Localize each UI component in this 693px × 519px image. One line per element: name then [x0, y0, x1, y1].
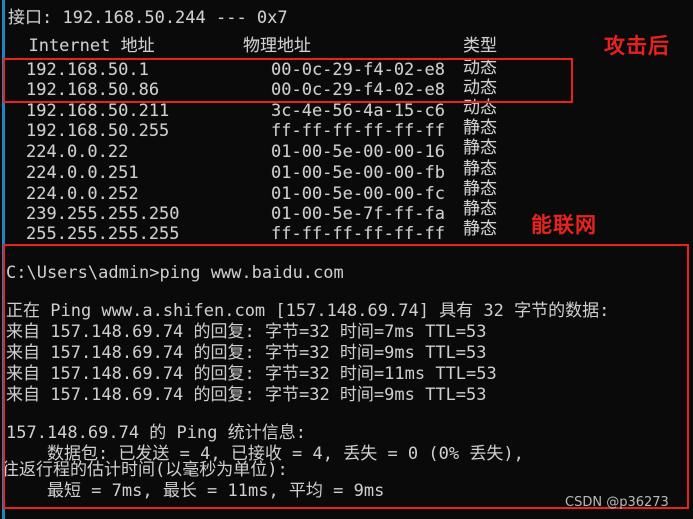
- arp-header-physical-address: 物理地址: [243, 36, 311, 56]
- ping-starting-line: 正在 Ping www.a.shifen.com [157.148.69.74]…: [6, 301, 610, 321]
- arp-header-internet-address: Internet 地址: [8, 36, 155, 56]
- console-screenshot: 接口: 192.168.50.244 --- 0x7 Internet 地址 物…: [0, 0, 693, 519]
- table-row: 255.255.255.255: [26, 224, 180, 244]
- ping-reply-line: 来自 157.148.69.74 的回复: 字节=32 时间=7ms TTL=5…: [6, 322, 487, 342]
- table-row: 静态: [463, 138, 497, 158]
- table-row: 静态: [463, 199, 497, 219]
- table-row: 192.168.50.211: [26, 101, 170, 121]
- table-row: 01-00-5e-00-00-16: [271, 142, 445, 162]
- table-row: 00-0c-29-f4-02-e8: [271, 60, 445, 80]
- table-row: 3c-4e-56-4a-15-c6: [271, 101, 445, 121]
- table-row: 192.168.50.86: [26, 80, 160, 100]
- table-row: 01-00-5e-00-00-fb: [271, 163, 445, 183]
- ping-stats-header: 157.148.69.74 的 Ping 统计信息:: [6, 423, 306, 443]
- table-row: 192.168.50.255: [26, 121, 170, 141]
- ping-rtt-header: 往返行程的估计时间(以毫秒为单位):: [2, 460, 288, 480]
- table-row: 224.0.0.252: [26, 184, 139, 204]
- annotation-can-connect: 能联网: [531, 213, 597, 237]
- table-row: 动态: [463, 78, 497, 98]
- table-row: 224.0.0.22: [26, 142, 129, 162]
- ping-reply-line: 来自 157.148.69.74 的回复: 字节=32 时间=9ms TTL=5…: [6, 385, 487, 405]
- table-row: 239.255.255.250: [26, 204, 180, 224]
- table-row: 静态: [463, 179, 497, 199]
- table-row: 静态: [463, 118, 497, 138]
- arp-interface-line: 接口: 192.168.50.244 --- 0x7: [8, 8, 288, 28]
- ping-prompt-line: C:\Users\admin>ping www.baidu.com: [6, 263, 344, 283]
- table-row: 192.168.50.1: [26, 60, 149, 80]
- annotation-after-attack: 攻击后: [604, 34, 670, 58]
- table-row: 01-00-5e-00-00-fc: [271, 184, 445, 204]
- table-row: ff-ff-ff-ff-ff-ff: [271, 121, 445, 141]
- ping-rtt-values: 最短 = 7ms, 最长 = 11ms, 平均 = 9ms: [6, 481, 385, 501]
- table-row: 01-00-5e-7f-ff-fa: [271, 204, 445, 224]
- csdn-watermark: CSDN @p36273: [565, 495, 669, 510]
- ping-reply-line: 来自 157.148.69.74 的回复: 字节=32 时间=11ms TTL=…: [6, 364, 497, 384]
- ping-reply-line: 来自 157.148.69.74 的回复: 字节=32 时间=9ms TTL=5…: [6, 343, 487, 363]
- table-row: 静态: [463, 159, 497, 179]
- table-row: 动态: [463, 58, 497, 78]
- table-row: 00-0c-29-f4-02-e8: [271, 80, 445, 100]
- table-row: 静态: [463, 219, 497, 239]
- table-row: 224.0.0.251: [26, 163, 139, 183]
- table-row: ff-ff-ff-ff-ff-ff: [271, 224, 445, 244]
- arp-header-type: 类型: [463, 36, 497, 56]
- table-row: 动态: [463, 98, 497, 118]
- command-prompt-output: 接口: 192.168.50.244 --- 0x7 Internet 地址 物…: [0, 0, 693, 519]
